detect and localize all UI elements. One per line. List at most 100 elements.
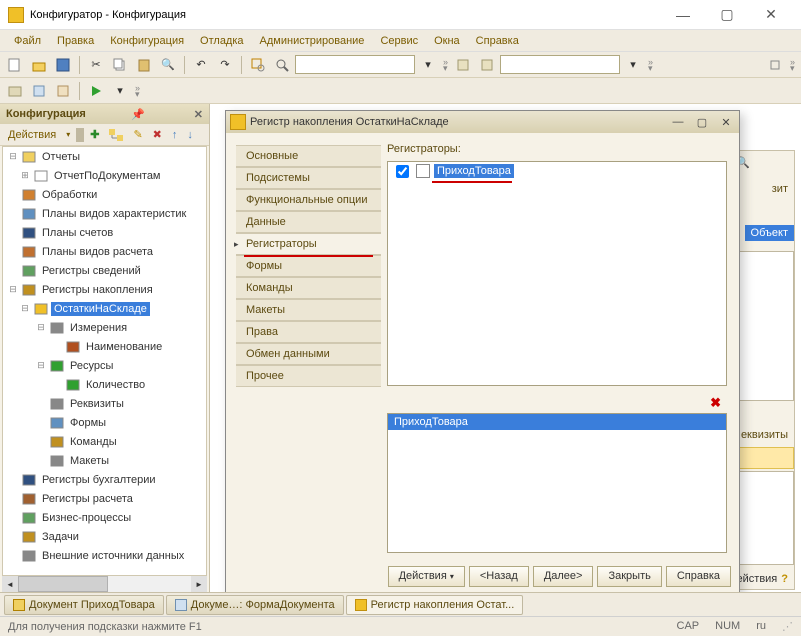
undo-button[interactable]: ↶ [190, 54, 212, 76]
registrator-name[interactable]: ПриходТовара [434, 164, 514, 178]
panel-close-icon[interactable]: ✕ [194, 108, 203, 121]
search-button[interactable] [271, 54, 293, 76]
prop-tab-5[interactable]: Формы [236, 255, 381, 277]
tree-item[interactable]: Внешние источники данных [3, 546, 206, 565]
back-help-icon[interactable]: ? [781, 573, 788, 585]
next-button[interactable]: Далее> [533, 566, 594, 587]
drop1-button[interactable]: ▾ [417, 54, 439, 76]
status-lang[interactable]: ru [756, 620, 766, 633]
overflow-3[interactable]: »▾ [788, 59, 797, 71]
tree-item[interactable]: Планы счетов [3, 223, 206, 242]
tree-item[interactable]: ⊟Регистры накопления [3, 280, 206, 299]
prop-tab-10[interactable]: Прочее [236, 365, 381, 387]
tree-item[interactable]: ⊞ОтчетПоДокументам [3, 166, 206, 185]
actions-button[interactable]: Действия ▾ [388, 566, 465, 587]
tree-item[interactable]: ⊟Измерения [3, 318, 206, 337]
scroll-left-icon[interactable]: ◄ [2, 576, 18, 592]
menu-file[interactable]: Файл [8, 33, 47, 49]
run-button[interactable] [85, 80, 107, 102]
expand-icon[interactable]: ⊟ [7, 151, 19, 162]
add-sub-button[interactable] [105, 129, 127, 141]
registrator-row[interactable]: ПриходТовара [388, 162, 726, 180]
toolbar-end-button[interactable] [764, 54, 786, 76]
menu-debug[interactable]: Отладка [194, 33, 249, 49]
scroll-thumb[interactable] [18, 576, 108, 592]
delete-button[interactable]: ✖ [149, 128, 166, 141]
tree-item[interactable]: Регистры сведений [3, 261, 206, 280]
find-button[interactable]: 🔍 [157, 54, 179, 76]
selected-list[interactable]: ПриходТовара [387, 413, 727, 553]
tree-item[interactable]: Количество [3, 375, 206, 394]
search-input-2[interactable] [500, 55, 620, 74]
selected-item[interactable]: ПриходТовара [388, 414, 726, 430]
back-object-tab[interactable]: Объект [745, 225, 794, 241]
expand-icon[interactable]: ⊞ [19, 170, 31, 181]
save-button[interactable] [52, 54, 74, 76]
config-button-2[interactable] [28, 80, 50, 102]
tree-item[interactable]: Наименование [3, 337, 206, 356]
window-tab-1[interactable]: Документ ПриходТовара [4, 595, 164, 615]
expand-icon[interactable]: ⊟ [7, 284, 19, 295]
down-button[interactable]: ↓ [183, 129, 197, 141]
prop-tab-1[interactable]: Подсистемы [236, 167, 381, 189]
menu-admin[interactable]: Администрирование [254, 33, 371, 49]
dialog-minimize-button[interactable]: — [669, 114, 687, 130]
dialog-close-button[interactable]: ✕ [717, 114, 735, 130]
prop-tab-3[interactable]: Данные [236, 211, 381, 233]
tree-item[interactable]: Реквизиты [3, 394, 206, 413]
tree-item[interactable]: Бизнес-процессы [3, 508, 206, 527]
window-tab-2[interactable]: Докуме…: ФормаДокумента [166, 595, 344, 615]
cut-button[interactable]: ✂ [85, 54, 107, 76]
expand-icon[interactable]: ⊟ [19, 303, 31, 314]
overflow-4[interactable]: »▾ [133, 85, 142, 97]
overflow-2[interactable]: »▾ [646, 59, 655, 71]
prop-tab-4[interactable]: Регистраторы [236, 233, 381, 255]
menu-edit[interactable]: Правка [51, 33, 100, 49]
run-drop-button[interactable]: ▾ [109, 80, 131, 102]
panel-pin-icon[interactable]: 📌 [131, 108, 145, 121]
scroll-right-icon[interactable]: ► [191, 576, 207, 592]
expand-icon[interactable]: ⊟ [35, 360, 47, 371]
dialog-titlebar[interactable]: Регистр накопления ОстаткиНаСкладе — ▢ ✕ [226, 111, 739, 133]
search-input-1[interactable] [295, 55, 415, 74]
expand-icon[interactable]: ⊟ [35, 322, 47, 333]
tool-a-button[interactable] [452, 54, 474, 76]
edit-button[interactable]: ✎ [129, 128, 146, 141]
maximize-button[interactable]: ▢ [705, 1, 749, 29]
copy-button[interactable] [109, 54, 131, 76]
tool-b-button[interactable] [476, 54, 498, 76]
back-actions[interactable]: ействия [737, 573, 778, 585]
tree-item[interactable]: Задачи [3, 527, 206, 546]
window-tab-3[interactable]: Регистр накопления Остат... [346, 595, 524, 615]
tree-item[interactable]: Команды [3, 432, 206, 451]
prop-tab-6[interactable]: Команды [236, 277, 381, 299]
config-button-3[interactable] [52, 80, 74, 102]
prop-tab-2[interactable]: Функциональные опции [236, 189, 381, 211]
prop-tab-9[interactable]: Обмен данными [236, 343, 381, 365]
tree-item[interactable]: Обработки [3, 185, 206, 204]
add-item-button[interactable]: ✚ [86, 128, 103, 141]
minimize-button[interactable]: — [661, 1, 705, 29]
tree-item[interactable]: Формы [3, 413, 206, 432]
tree-item[interactable]: Планы видов расчета [3, 242, 206, 261]
close-dialog-button[interactable]: Закрыть [597, 566, 661, 587]
open-button[interactable] [28, 54, 50, 76]
registrator-checkbox[interactable] [396, 165, 409, 178]
tree-item[interactable]: Регистры бухгалтерии [3, 470, 206, 489]
menu-service[interactable]: Сервис [374, 33, 424, 49]
tree-item[interactable]: ⊟Отчеты [3, 147, 206, 166]
zoom-box-button[interactable] [247, 54, 269, 76]
help-button[interactable]: Справка [666, 566, 731, 587]
tree-item[interactable]: Планы видов характеристик [3, 204, 206, 223]
drop2-button[interactable]: ▾ [622, 54, 644, 76]
registrators-checklist[interactable]: ПриходТовара [387, 161, 727, 386]
config-button-1[interactable] [4, 80, 26, 102]
actions-menu[interactable]: Действия [4, 129, 60, 141]
menu-help[interactable]: Справка [470, 33, 525, 49]
tree-hscrollbar[interactable]: ◄ ► [2, 576, 207, 592]
menu-windows[interactable]: Окна [428, 33, 466, 49]
tree-item[interactable]: Макеты [3, 451, 206, 470]
remove-button[interactable]: ✖ [710, 395, 721, 411]
tree-item[interactable]: Регистры расчета [3, 489, 206, 508]
new-button[interactable] [4, 54, 26, 76]
